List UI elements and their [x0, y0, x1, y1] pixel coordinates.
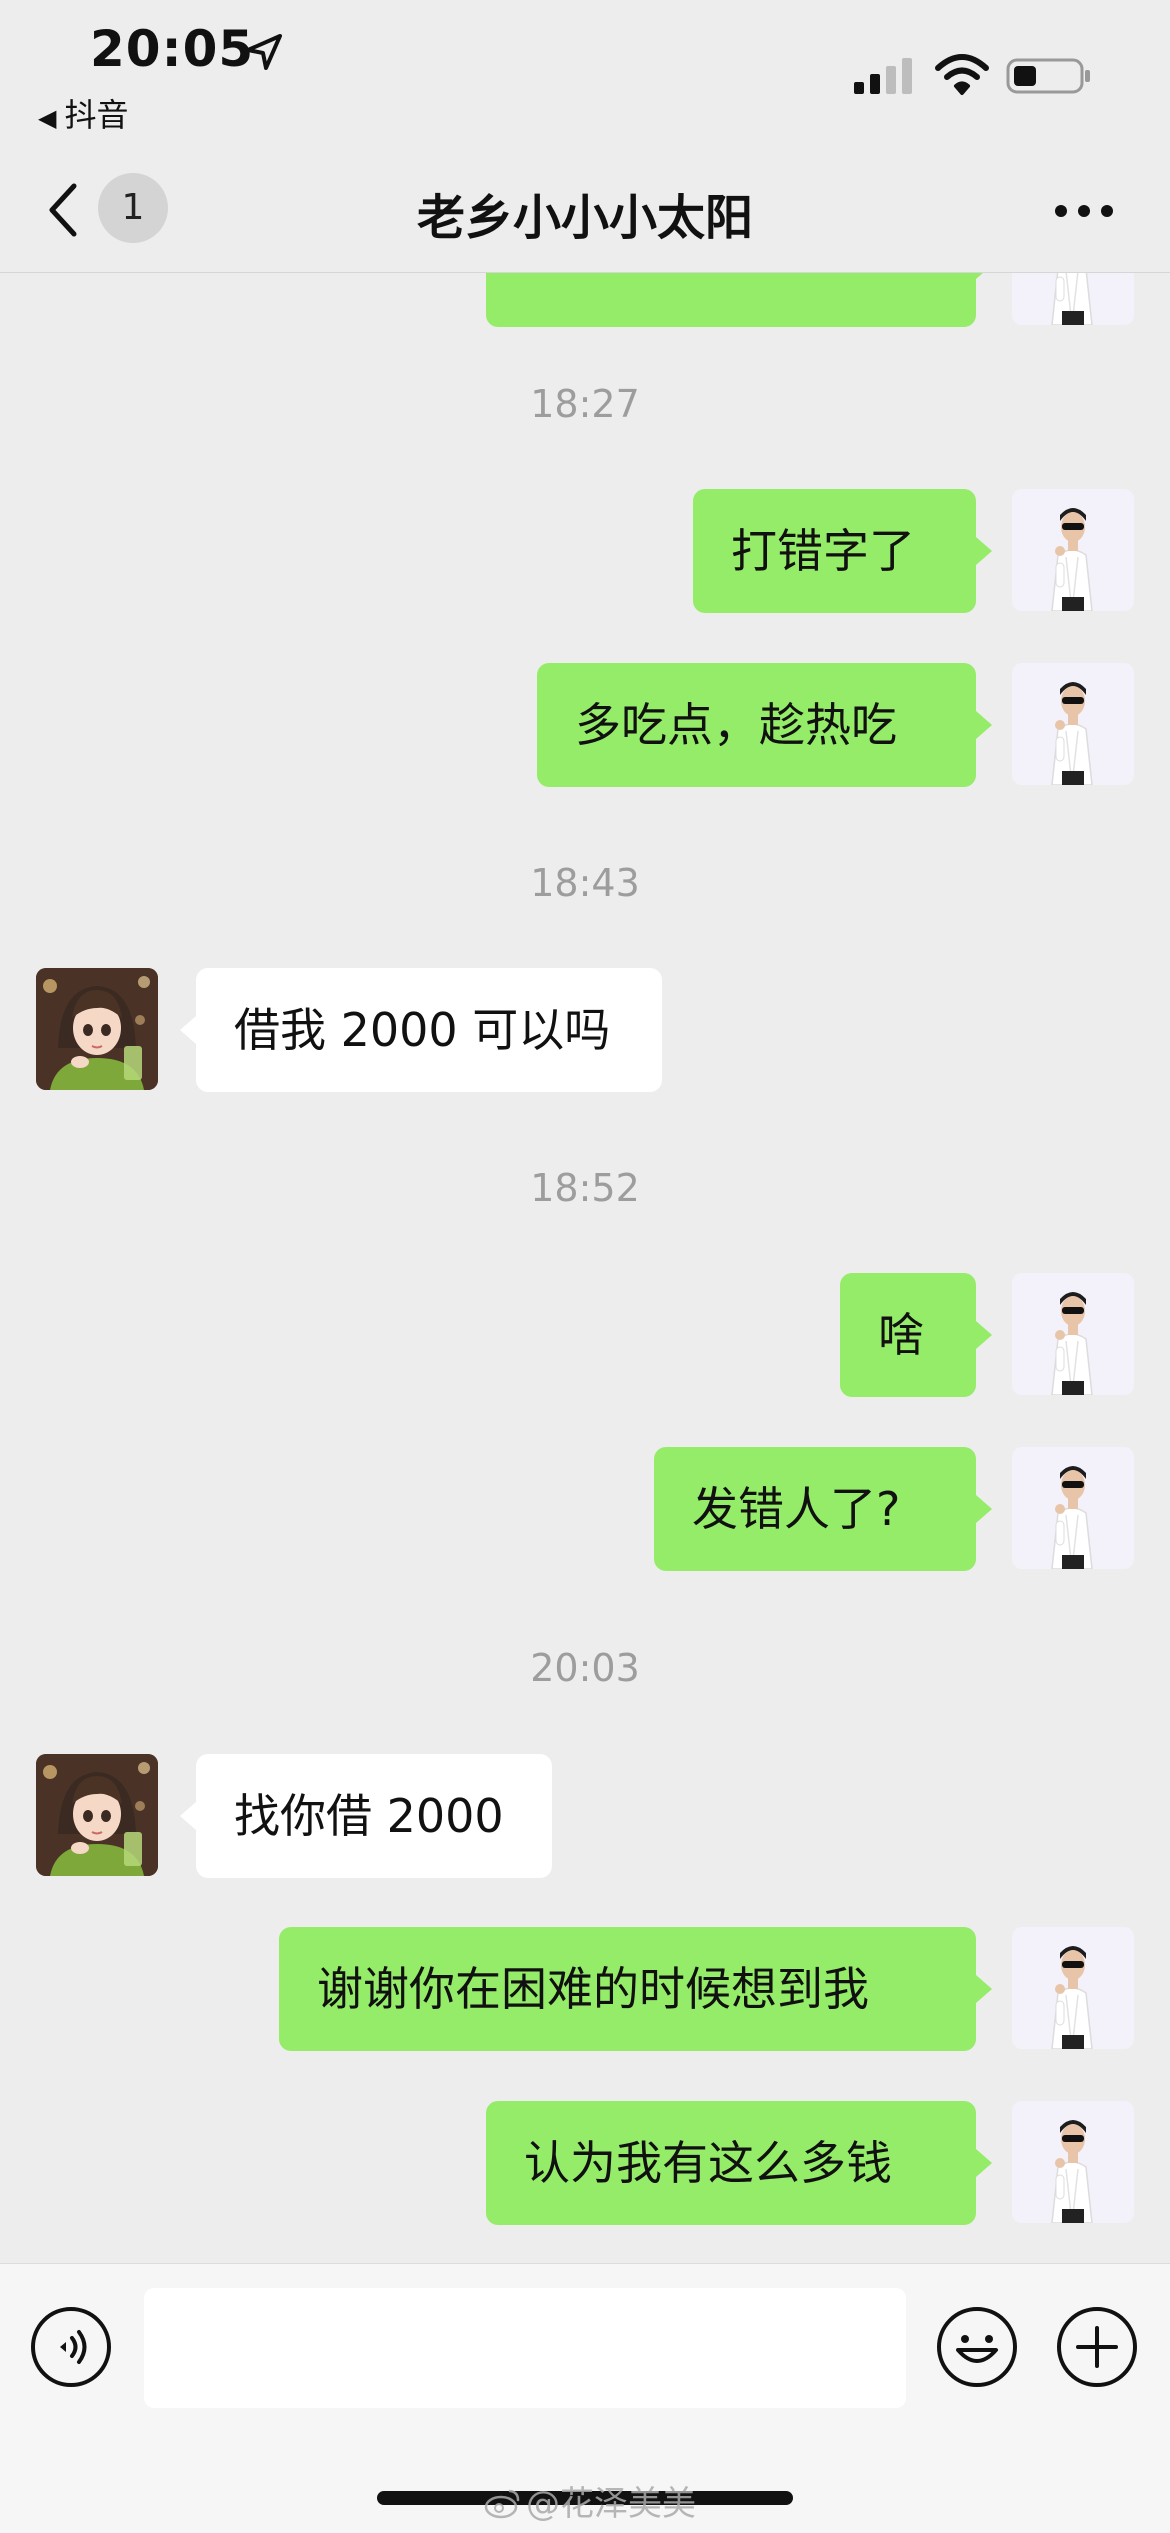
avatar[interactable] [1012, 1927, 1134, 2049]
chat-title: 老乡小小小太阳 [416, 190, 753, 246]
voice-input-icon[interactable] [30, 2306, 112, 2388]
battery-icon [1006, 58, 1090, 94]
avatar[interactable] [1012, 663, 1134, 785]
wifi-icon [935, 54, 989, 95]
back-triangle-icon: ◀ [38, 104, 57, 132]
chat-header: 1 老乡小小小太阳 [0, 150, 1170, 273]
message-list[interactable]: 18:27 打错字了 多吃点，趁热吃 18:43 借我 2000 可以吗 18:… [0, 273, 1170, 2263]
message-bubble[interactable]: 多吃点，趁热吃 [537, 663, 992, 787]
message-outgoing: 谢谢你在困难的时候想到我 [0, 1927, 1170, 2051]
back-app-label: 抖音 [64, 96, 129, 134]
message-incoming: 找你借 2000 [0, 1754, 1170, 1878]
avatar[interactable] [1012, 1273, 1134, 1395]
timestamp: 18:52 [530, 1166, 640, 1210]
message-input[interactable] [144, 2288, 906, 2408]
input-bar: @花泽美美 [0, 2263, 1170, 2533]
timestamp: 18:27 [530, 382, 640, 426]
avatar[interactable] [36, 1754, 158, 1876]
more-dots-icon[interactable] [1054, 204, 1114, 218]
avatar[interactable] [1012, 273, 1134, 325]
emoji-icon[interactable] [936, 2306, 1018, 2388]
message-outgoing [0, 273, 1170, 327]
message-bubble[interactable]: 发错人了? [654, 1447, 992, 1571]
timestamp: 20:03 [530, 1646, 640, 1690]
cellular-signal-icon [854, 58, 912, 94]
back-to-app-link[interactable]: ◀ 抖音 [38, 90, 128, 136]
message-bubble[interactable]: 借我 2000 可以吗 [180, 968, 662, 1092]
weibo-logo-icon [484, 2489, 520, 2519]
message-bubble[interactable] [486, 273, 992, 327]
plus-icon[interactable] [1056, 2306, 1138, 2388]
message-bubble[interactable]: 找你借 2000 [180, 1754, 552, 1878]
message-outgoing: 啥 [0, 1273, 1170, 1397]
status-bar: 20:05 ◀ 抖音 [0, 0, 1170, 150]
avatar[interactable] [1012, 1447, 1134, 1569]
message-bubble[interactable]: 谢谢你在困难的时候想到我 [279, 1927, 992, 2051]
message-outgoing: 打错字了 [0, 489, 1170, 613]
message-bubble[interactable]: 啥 [840, 1273, 992, 1397]
message-bubble[interactable]: 打错字了 [693, 489, 992, 613]
message-outgoing: 发错人了? [0, 1447, 1170, 1571]
message-bubble[interactable]: 认为我有这么多钱 [486, 2101, 992, 2225]
avatar[interactable] [1012, 2101, 1134, 2223]
timestamp: 18:43 [530, 861, 640, 905]
watermark-text: @花泽美美 [526, 2484, 696, 2524]
message-outgoing: 认为我有这么多钱 [0, 2101, 1170, 2225]
watermark: @花泽美美 [484, 2476, 696, 2525]
message-outgoing: 多吃点，趁热吃 [0, 663, 1170, 787]
message-incoming: 借我 2000 可以吗 [0, 968, 1170, 1092]
avatar[interactable] [36, 968, 158, 1090]
avatar[interactable] [1012, 489, 1134, 611]
location-arrow-icon [246, 34, 282, 70]
status-time: 20:05 [90, 20, 255, 78]
